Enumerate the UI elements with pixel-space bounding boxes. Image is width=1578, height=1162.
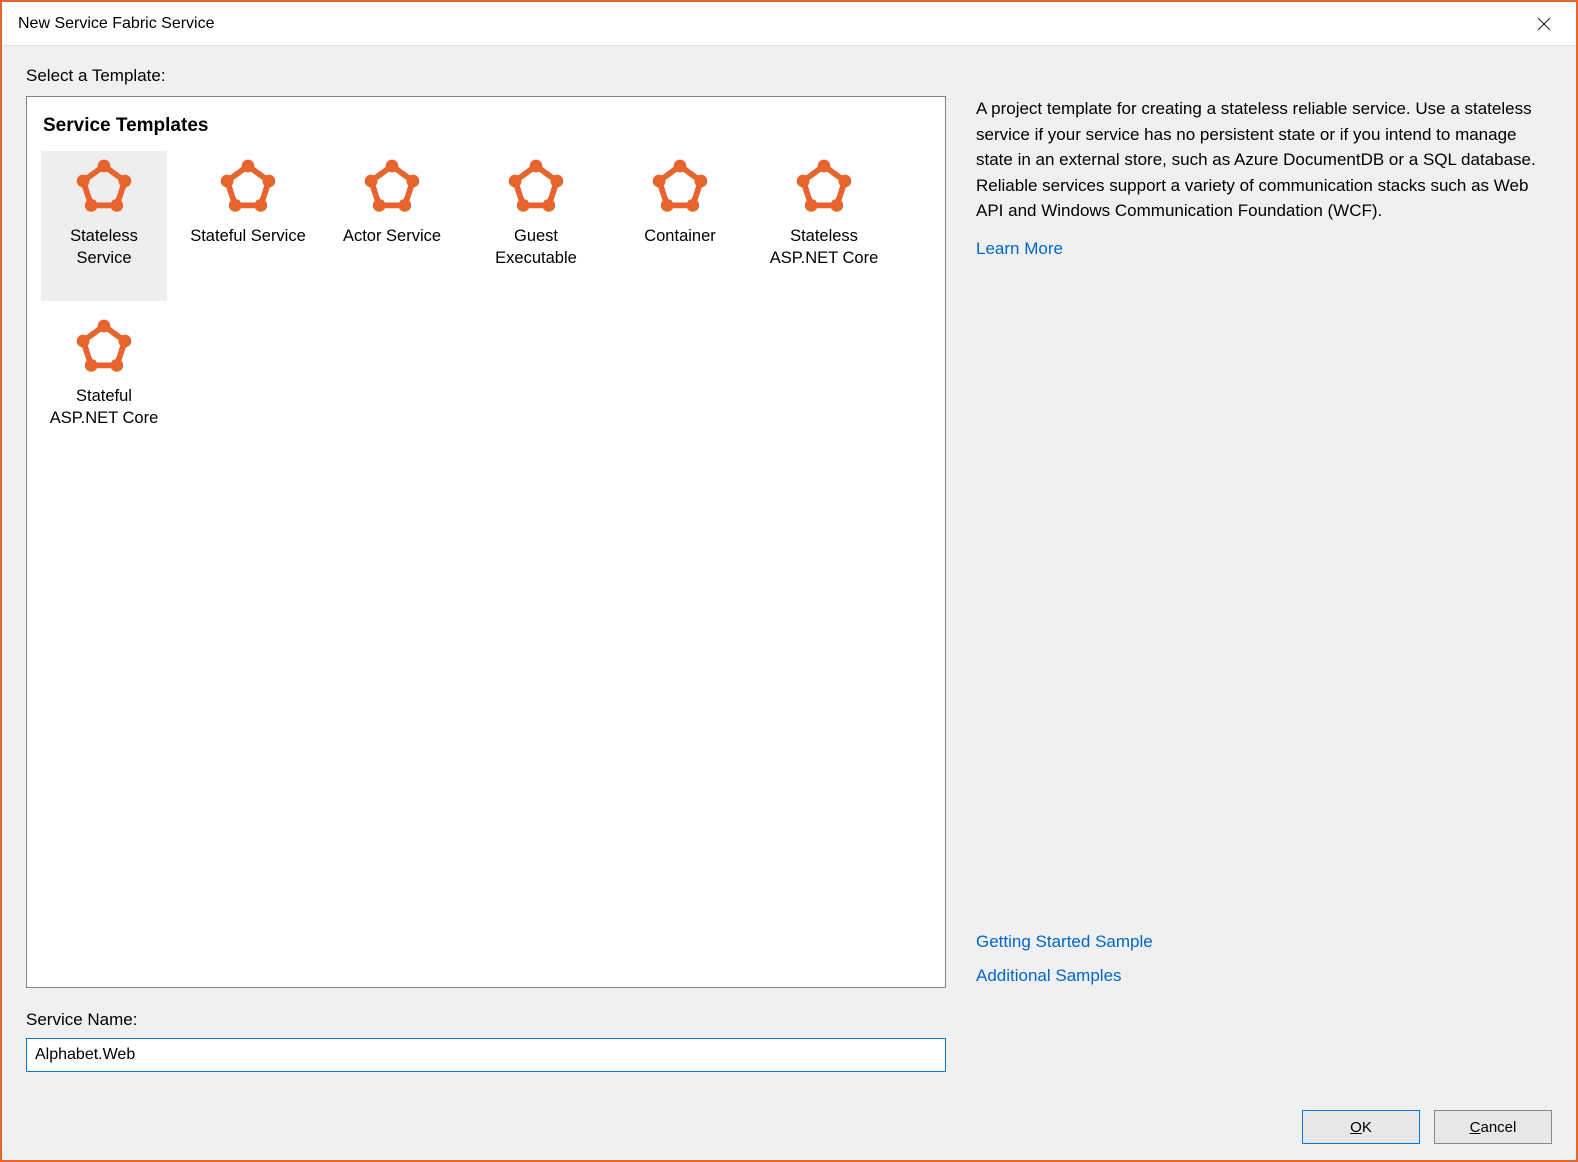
service-fabric-icon: [363, 159, 421, 217]
window-title: New Service Fabric Service: [18, 15, 215, 33]
service-fabric-icon: [75, 319, 133, 377]
template-item[interactable]: Actor Service: [329, 151, 455, 301]
description-panel: A project template for creating a statel…: [976, 96, 1552, 988]
service-name-label: Service Name:: [26, 1010, 1552, 1030]
close-icon: [1537, 17, 1551, 31]
additional-samples-link[interactable]: Additional Samples: [976, 963, 1552, 989]
learn-more-link[interactable]: Learn More: [976, 236, 1552, 262]
service-fabric-icon: [795, 159, 853, 217]
ok-button[interactable]: OK: [1302, 1110, 1420, 1144]
cancel-button[interactable]: Cancel: [1434, 1110, 1552, 1144]
template-label: Stateful Service: [190, 225, 306, 247]
template-description: A project template for creating a statel…: [976, 96, 1552, 224]
select-template-label: Select a Template:: [26, 66, 1552, 86]
template-item[interactable]: Container: [617, 151, 743, 301]
template-label: Stateless Service: [43, 225, 165, 270]
template-label: Guest Executable: [475, 225, 597, 270]
template-item[interactable]: Guest Executable: [473, 151, 599, 301]
template-item[interactable]: Stateless Service: [41, 151, 167, 301]
template-label: Container: [644, 225, 716, 247]
templates-panel: Service Templates Stateless Service State…: [26, 96, 946, 988]
service-fabric-icon: [219, 159, 277, 217]
cancel-button-label: Cancel: [1470, 1119, 1517, 1136]
template-item[interactable]: Stateful Service: [185, 151, 311, 301]
templates-heading: Service Templates: [43, 115, 929, 137]
service-fabric-icon: [75, 159, 133, 217]
template-label: Stateful ASP.NET Core: [43, 385, 165, 430]
service-name-input[interactable]: [26, 1038, 946, 1072]
template-item[interactable]: Stateless ASP.NET Core: [761, 151, 887, 301]
service-fabric-icon: [651, 159, 709, 217]
ok-button-label: OK: [1350, 1119, 1372, 1136]
close-button[interactable]: [1528, 8, 1560, 40]
getting-started-link[interactable]: Getting Started Sample: [976, 929, 1552, 955]
template-label: Actor Service: [343, 225, 441, 247]
service-fabric-icon: [507, 159, 565, 217]
template-item[interactable]: Stateful ASP.NET Core: [41, 311, 167, 461]
template-label: Stateless ASP.NET Core: [763, 225, 885, 270]
